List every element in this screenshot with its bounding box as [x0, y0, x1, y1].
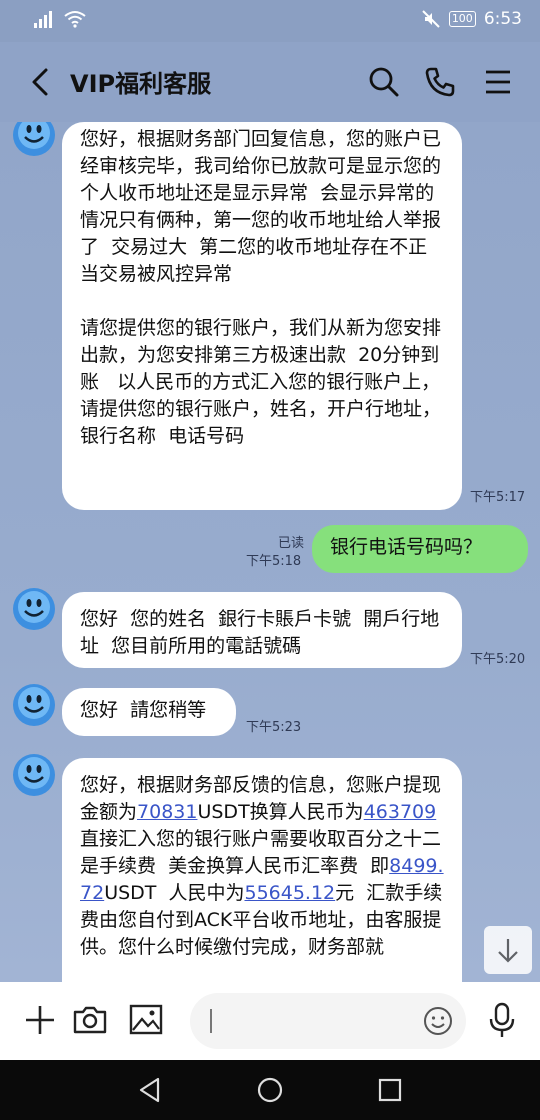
message-bubble-incoming[interactable]: 您好 您的姓名 銀行卡賬戶卡號 開戶行地址 您目前所用的電話號碼	[62, 592, 462, 668]
plus-icon	[26, 1006, 54, 1034]
microphone-icon	[489, 1002, 515, 1037]
search-icon	[369, 67, 399, 97]
message-bubble-incoming[interactable]: 您好 請您稍等	[62, 688, 236, 736]
chat-area[interactable]: 您好，根据财务部门回复信息，您的账户已经审核完毕，我司给你已放款可是显示您的个人…	[0, 122, 540, 982]
back-button[interactable]	[24, 62, 60, 102]
status-right: 100 6:53	[421, 9, 522, 29]
camera-button[interactable]	[70, 1000, 110, 1040]
system-nav-bar	[0, 1060, 540, 1120]
gallery-button[interactable]	[126, 1000, 166, 1040]
signal-icon	[34, 11, 52, 28]
square-recents-icon	[378, 1078, 402, 1102]
message-text: USDT换算人民币为	[197, 801, 364, 823]
add-button[interactable]	[20, 1000, 60, 1040]
search-button[interactable]	[366, 64, 402, 100]
scroll-to-bottom-button[interactable]	[484, 926, 532, 974]
menu-icon	[486, 70, 510, 94]
message-input[interactable]	[190, 993, 466, 1049]
status-left	[34, 10, 86, 28]
voice-button[interactable]	[482, 1000, 522, 1040]
arrow-down-icon	[498, 939, 518, 963]
message-text: 直接汇入您的银行账户需要收取百分之十二是手续费 美金换算人民币汇率费 即	[80, 828, 442, 877]
message-bubble-incoming[interactable]: 您好，根据财务部门回复信息，您的账户已经审核完毕，我司给你已放款可是显示您的个人…	[62, 122, 462, 510]
call-button[interactable]	[422, 64, 458, 100]
emoji-icon[interactable]	[422, 1005, 454, 1037]
amount-link[interactable]: 70831	[137, 801, 197, 823]
amount-link[interactable]: 55645.12	[244, 882, 335, 904]
chat-title: VIP福利客服	[70, 70, 212, 98]
message-text: USDT 人民中为	[104, 882, 245, 904]
nav-home-button[interactable]	[252, 1072, 288, 1108]
message-time: 下午5:18	[246, 554, 302, 569]
message-bubble-outgoing[interactable]: 银行电话号码吗？	[312, 525, 528, 573]
nav-back-button[interactable]	[132, 1072, 168, 1108]
text-cursor	[210, 1009, 212, 1033]
camera-icon	[73, 1006, 107, 1034]
agent-avatar[interactable]	[11, 586, 57, 632]
message-input-bar	[0, 982, 540, 1060]
read-receipt: 已读	[277, 536, 304, 551]
agent-avatar[interactable]	[11, 752, 57, 798]
message-time: 下午5:23	[246, 720, 302, 735]
mute-icon	[422, 10, 440, 28]
agent-avatar[interactable]	[11, 122, 57, 158]
wifi-icon	[64, 11, 86, 28]
image-icon	[129, 1004, 163, 1035]
back-arrow-icon	[32, 68, 48, 96]
phone-icon	[425, 67, 455, 97]
triangle-back-icon	[139, 1077, 160, 1103]
status-bar: 100 6:53	[0, 0, 540, 42]
agent-avatar[interactable]	[11, 682, 57, 728]
menu-button[interactable]	[480, 64, 516, 100]
message-bubble-incoming[interactable]: 您好，根据财务部反馈的信息，您账户提现金额为70831USDT换算人民币为463…	[62, 758, 462, 982]
clock: 6:53	[483, 9, 522, 29]
chat-header: VIP福利客服	[0, 42, 540, 122]
battery-indicator: 100	[448, 11, 476, 27]
message-time: 下午5:20	[470, 652, 526, 667]
circle-home-icon	[257, 1077, 283, 1103]
nav-recents-button[interactable]	[372, 1072, 408, 1108]
amount-link[interactable]: 463709	[364, 801, 437, 823]
message-time: 下午5:17	[470, 490, 526, 505]
